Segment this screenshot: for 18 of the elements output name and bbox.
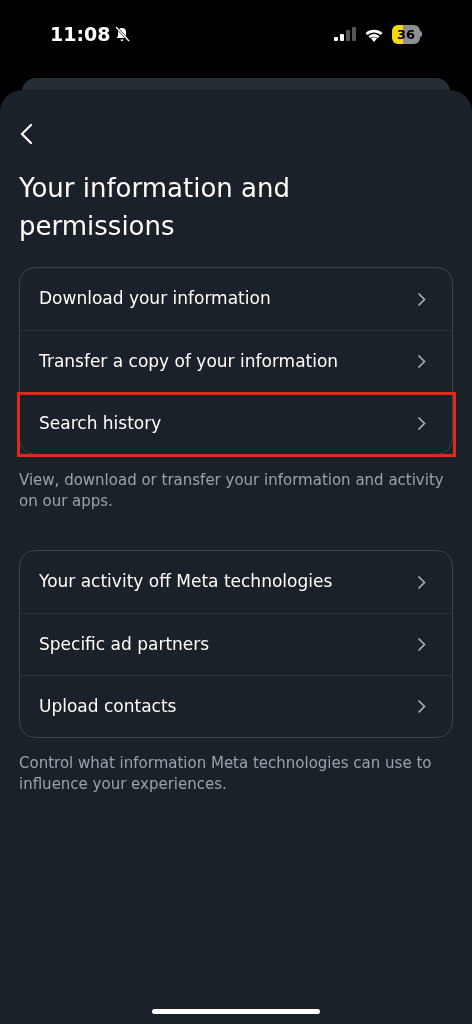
chevron-right-icon xyxy=(417,699,426,714)
chevron-right-icon xyxy=(417,574,426,590)
section-caption: Control what information Meta technologies can use to influence your experiences. xyxy=(19,753,433,795)
status-time: 11:08 xyxy=(50,21,111,47)
page-title: Your information and permissions xyxy=(19,172,291,243)
chevron-right-icon xyxy=(417,354,426,369)
chevron-right-icon xyxy=(417,291,426,307)
section-caption: View, download or transfer your information and activity on our apps. xyxy=(19,470,445,512)
settings-row[interactable]: Transfer a copy of your information xyxy=(20,330,452,392)
settings-row[interactable]: Specific ad partners xyxy=(20,613,452,675)
settings-row[interactable]: Download your information xyxy=(20,268,452,330)
settings-row[interactable]: Upload contacts xyxy=(20,675,452,737)
chevron-right-icon xyxy=(417,416,426,431)
back-icon xyxy=(19,123,33,145)
signal-icon xyxy=(333,27,356,41)
chevron-right-icon xyxy=(417,637,426,652)
settings-row[interactable]: Search history xyxy=(20,392,452,454)
settings-row[interactable]: Your activity off Meta technologies xyxy=(20,551,452,613)
